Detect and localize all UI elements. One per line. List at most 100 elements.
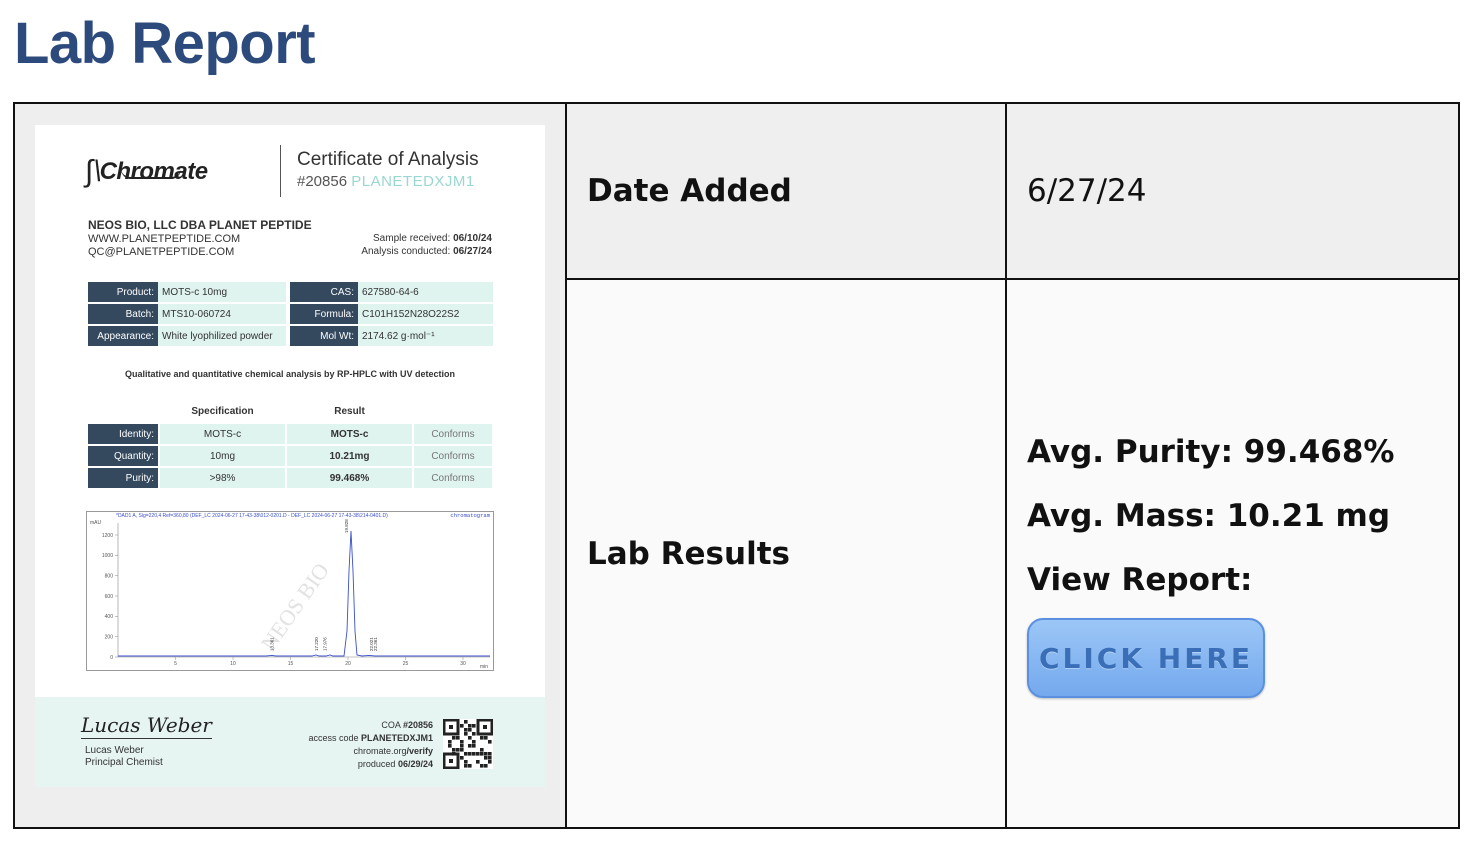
spec-value: MOTS-c	[160, 424, 285, 444]
avg-mass: Avg. Mass: 10.21 mg	[1027, 498, 1391, 534]
peak-label: 13.361	[270, 637, 275, 651]
spec-row: Identity: MOTS-c MOTS-c Conforms	[88, 424, 493, 444]
x-tick-label: 30	[460, 661, 466, 667]
info-row: Batch: MTS10-060724 Formula: C101H152N28…	[88, 304, 493, 324]
sample-received-label: Sample received:	[373, 233, 451, 244]
coa-verify-line: COA #20856	[381, 720, 433, 730]
appearance-label: Appearance:	[88, 326, 158, 346]
coa-number: #20856 PLANETEDXJM1	[297, 173, 475, 190]
y-axis-unit: mAU	[90, 520, 102, 526]
lab-results-label: Lab Results	[587, 535, 790, 572]
y-tick-label: 600	[105, 594, 114, 600]
x-tick-label: 20	[345, 661, 351, 667]
date-added-label: Date Added	[587, 173, 792, 209]
view-report-label: View Report:	[1027, 562, 1253, 598]
formula-label: Formula:	[290, 304, 358, 324]
coa-number-value: #20856	[297, 173, 348, 190]
product-info-grid: Product: MOTS-c 10mg CAS: 627580-64-6 Ba…	[88, 282, 493, 348]
chromatogram-tag: chromatogram	[450, 512, 490, 519]
date-added-label-cell: Date Added	[567, 104, 1007, 280]
appearance-value: White lyophilized powder	[158, 326, 286, 346]
produced-line: produced 06/29/24	[357, 759, 433, 769]
analysis-conducted-value: 06/27/24	[453, 246, 492, 257]
result-value: MOTS-c	[287, 424, 412, 444]
result-value: 10.21mg	[287, 446, 412, 466]
x-tick-label: 25	[403, 661, 409, 667]
spec-label: Identity:	[88, 424, 158, 444]
method-description: Qualitative and quantitative chemical an…	[124, 369, 456, 379]
status-value: Conforms	[414, 446, 492, 466]
peak-label: 17.976	[323, 637, 328, 651]
logo-underline	[121, 169, 181, 179]
peak-label: 22.361	[373, 637, 378, 651]
signature: Lucas Weber	[81, 713, 212, 739]
spec-label: Purity:	[88, 468, 158, 488]
sample-received: Sample received: 06/10/24	[373, 233, 492, 244]
x-axis-unit: min	[480, 664, 488, 670]
spec-header: Specification	[191, 406, 254, 417]
coa-document: ∫\ Chromate Certificate of Analysis #208…	[35, 125, 545, 787]
coa-code: PLANETEDXJM1	[351, 173, 475, 190]
status-value: Conforms	[414, 468, 492, 488]
spec-value: 10mg	[160, 446, 285, 466]
avg-purity: Avg. Purity: 99.468%	[1027, 434, 1395, 470]
info-row: Product: MOTS-c 10mg CAS: 627580-64-6	[88, 282, 493, 302]
cas-label: CAS:	[290, 282, 358, 302]
signer-name: Lucas Weber	[85, 745, 144, 756]
y-tick-label: 800	[105, 573, 114, 579]
sample-received-value: 06/10/24	[453, 233, 492, 244]
spec-row: Purity: >98% 99.468% Conforms	[88, 468, 493, 488]
header-divider	[280, 145, 281, 197]
click-here-label: CLICK HERE	[1038, 641, 1254, 675]
x-tick-label: 10	[230, 661, 236, 667]
client-email: QC@PLANETPEPTIDE.COM	[88, 246, 235, 258]
result-header: Result	[334, 406, 365, 417]
results-block: Avg. Purity: 99.468% Avg. Mass: 10.21 mg…	[1027, 420, 1394, 698]
verify-block: COA #20856 access code PLANETEDXJM1 chro…	[308, 719, 433, 771]
spec-label: Quantity:	[88, 446, 158, 466]
lab-results-value-cell: Avg. Purity: 99.468% Avg. Mass: 10.21 mg…	[1007, 280, 1458, 827]
report-table: ∫\ Chromate Certificate of Analysis #208…	[13, 102, 1460, 829]
spec-row: Quantity: 10mg 10.21mg Conforms	[88, 446, 493, 466]
spec-headers: Specification Result	[88, 406, 493, 420]
client-website: WWW.PLANETPEPTIDE.COM	[88, 233, 241, 245]
batch-label: Batch:	[88, 304, 158, 324]
click-here-button[interactable]: CLICK HERE	[1027, 618, 1265, 698]
status-value: Conforms	[414, 424, 492, 444]
peak-label: 19.828	[344, 519, 349, 533]
coa-image-cell: ∫\ Chromate Certificate of Analysis #208…	[15, 104, 567, 827]
verify-url-line: chromate.org/verify	[353, 746, 433, 756]
batch-value: MTS10-060724	[158, 304, 286, 324]
spec-grid: Identity: MOTS-c MOTS-c Conforms Quantit…	[88, 424, 493, 490]
x-tick-label: 15	[288, 661, 294, 667]
peak-label: 17.220	[314, 637, 319, 651]
chromatogram-header: *DAD1 A, Sig=220,4 Ref=360,80 (DEF_LC 20…	[116, 513, 388, 519]
page-title: Lab Report	[14, 11, 316, 76]
y-tick-label: 200	[105, 634, 114, 640]
spec-value: >98%	[160, 468, 285, 488]
result-value: 99.468%	[287, 468, 412, 488]
x-tick-label: 5	[174, 661, 177, 667]
signer-title: Principal Chemist	[85, 757, 163, 768]
access-code-line: access code PLANETEDXJM1	[308, 733, 433, 743]
chromatogram-plot: *DAD1 A, Sig=220,4 Ref=360,80 (DEF_LC 20…	[86, 511, 494, 671]
qr-code-icon	[443, 719, 493, 769]
analysis-conducted-label: Analysis conducted:	[361, 246, 451, 257]
client-name: NEOS BIO, LLC DBA PLANET PEPTIDE	[88, 218, 312, 232]
product-label: Product:	[88, 282, 158, 302]
product-value: MOTS-c 10mg	[158, 282, 286, 302]
info-row: Appearance: White lyophilized powder Mol…	[88, 326, 493, 346]
y-tick-label: 0	[110, 655, 113, 661]
y-tick-label: 1200	[102, 533, 113, 539]
molwt-value: 2174.62 g·mol⁻¹	[358, 326, 493, 346]
lab-results-label-cell: Lab Results	[567, 280, 1007, 827]
date-added-value-cell: 6/27/24	[1007, 104, 1458, 280]
y-tick-label: 1000	[102, 553, 113, 559]
coa-title: Certificate of Analysis	[297, 149, 479, 170]
formula-value: C101H152N28O22S2	[358, 304, 493, 324]
date-added-value: 6/27/24	[1027, 173, 1147, 209]
cas-value: 627580-64-6	[358, 282, 493, 302]
molwt-label: Mol Wt:	[290, 326, 358, 346]
coa-footer: Lucas Weber Lucas Weber Principal Chemis…	[35, 697, 545, 787]
analysis-conducted: Analysis conducted: 06/27/24	[361, 246, 492, 257]
